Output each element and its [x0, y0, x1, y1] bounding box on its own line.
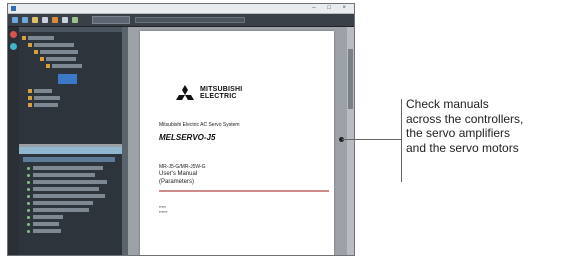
- title-bar: – □ ×: [8, 4, 354, 14]
- tree-pane-header: [19, 27, 122, 32]
- list-item[interactable]: [33, 222, 59, 226]
- list-item[interactable]: [33, 208, 89, 212]
- folder-icon[interactable]: [22, 36, 26, 40]
- settings-icon[interactable]: [72, 17, 78, 23]
- callout-leader-line: [342, 139, 401, 140]
- folder-icon[interactable]: [40, 57, 44, 61]
- manual-cover-page: MITSUBISHI ELECTRIC Mitsubishi Electric …: [140, 31, 334, 255]
- app-icon: [11, 6, 16, 11]
- home-icon[interactable]: [32, 17, 38, 23]
- tree-item[interactable]: [34, 89, 52, 93]
- scrollbar-thumb[interactable]: [348, 49, 353, 109]
- doc-title-line1: User's Manual: [159, 171, 198, 177]
- three-diamonds-logo-icon: [176, 85, 194, 100]
- tree-item[interactable]: [28, 36, 54, 40]
- folder-icon[interactable]: [34, 50, 38, 54]
- list-item-icon: [27, 230, 30, 233]
- list-item-icon: [27, 223, 30, 226]
- search-icon[interactable]: [42, 17, 48, 23]
- folder-icon[interactable]: [28, 43, 32, 47]
- folder-icon[interactable]: [28, 89, 32, 93]
- list-pane-header: [19, 147, 122, 154]
- list-item-icon: [27, 181, 30, 184]
- doc-model: MR-J5-G/MR-J5W-G: [159, 164, 206, 170]
- callout-line-4: and the servo motors: [406, 140, 519, 155]
- list-item[interactable]: [33, 187, 99, 191]
- folder-icon[interactable]: [28, 103, 32, 107]
- list-item[interactable]: [33, 201, 93, 205]
- tree-item[interactable]: [34, 96, 60, 100]
- list-item-icon: [27, 202, 30, 205]
- back-icon[interactable]: [12, 17, 18, 23]
- list-item-icon: [27, 209, 30, 212]
- doc-title-line2: (Parameters): [159, 179, 195, 185]
- folder-icon[interactable]: [46, 64, 50, 68]
- list-item[interactable]: [33, 166, 103, 170]
- print-icon[interactable]: [62, 17, 68, 23]
- forward-icon[interactable]: [22, 17, 28, 23]
- manual-tree-pane: [19, 27, 123, 144]
- list-item-icon: [27, 167, 30, 170]
- left-icon-rail: [8, 27, 19, 255]
- manual-list-pane: [19, 147, 123, 255]
- manual-viewer-window: – □ × MITSUBISHI ELECTRIC Mitsubishi Ele…: [7, 3, 355, 256]
- bookmark-icon[interactable]: [52, 17, 58, 23]
- tree-item[interactable]: [52, 64, 82, 68]
- folder-icon[interactable]: [28, 96, 32, 100]
- callout-line-1: Check manuals: [406, 97, 489, 111]
- callout-text: Check manuals across the controllers, th…: [406, 97, 568, 155]
- doc-footnote: ▪▪▪▪▪ ▪▪▪▪▪▪: [159, 204, 168, 214]
- list-item-icon: [27, 216, 30, 219]
- list-item[interactable]: [33, 215, 63, 219]
- favorites-icon[interactable]: [10, 43, 17, 50]
- tree-item[interactable]: [34, 43, 74, 47]
- list-item[interactable]: [33, 229, 61, 233]
- callout-line-2: across the controllers,: [406, 111, 524, 126]
- tree-item[interactable]: [34, 103, 58, 107]
- list-item[interactable]: [33, 173, 95, 177]
- document-viewer: MITSUBISHI ELECTRIC Mitsubishi Electric …: [128, 27, 354, 255]
- tab-manual[interactable]: [92, 16, 130, 24]
- callout-line-3: the servo amplifiers: [406, 126, 511, 140]
- document-scrollbar[interactable]: [347, 27, 354, 255]
- toolbar: [8, 14, 354, 27]
- address-bar[interactable]: [135, 17, 245, 23]
- tree-item[interactable]: [40, 50, 78, 54]
- window-controls[interactable]: – □ ×: [312, 5, 351, 12]
- logo-text: MITSUBISHI ELECTRIC: [200, 86, 243, 100]
- selected-list-item[interactable]: [23, 157, 115, 162]
- list-item[interactable]: [33, 180, 107, 184]
- list-item[interactable]: [33, 194, 105, 198]
- doc-subtitle: Mitsubishi Electric AC Servo System: [159, 122, 240, 128]
- tree-item[interactable]: [46, 57, 76, 61]
- callout-bracket: [401, 99, 402, 182]
- selected-tree-item[interactable]: [58, 74, 77, 84]
- manual-list-icon[interactable]: [10, 31, 17, 38]
- doc-brand: MELSERVO-J5: [159, 133, 216, 142]
- doc-title-rule: [159, 190, 329, 192]
- list-item-icon: [27, 188, 30, 191]
- list-item-icon: [27, 174, 30, 177]
- list-item-icon: [27, 195, 30, 198]
